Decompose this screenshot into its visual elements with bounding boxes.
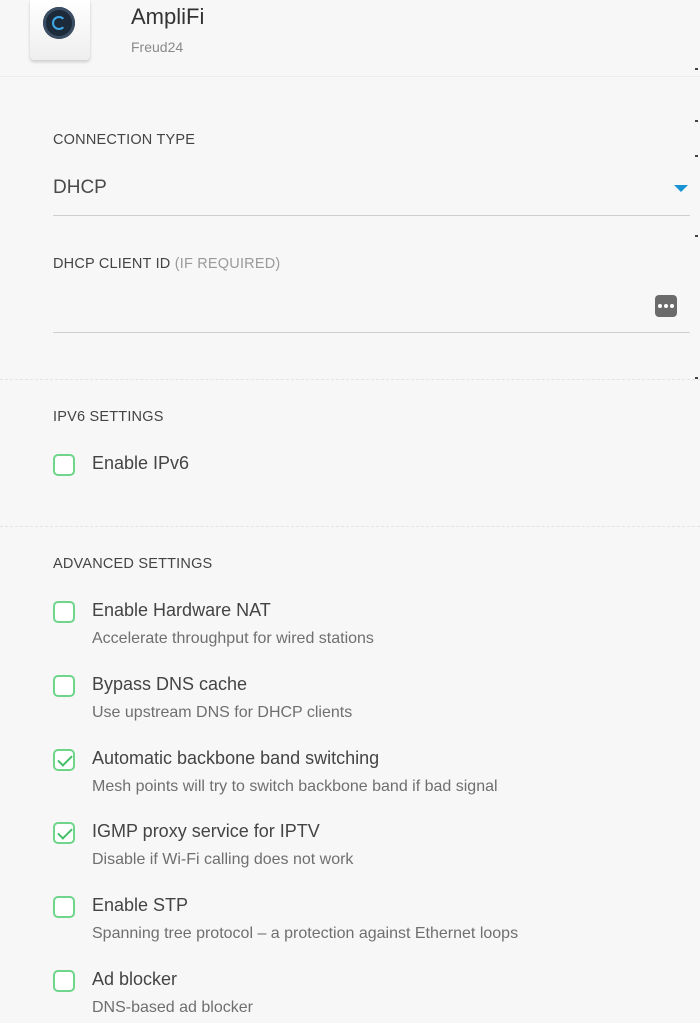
bypass-dns-cache-checkbox[interactable] <box>53 674 75 697</box>
section-divider <box>0 526 700 527</box>
device-network-name: Freud24 <box>131 39 184 55</box>
igmp-proxy-service-for-iptv-checkbox[interactable] <box>53 822 75 845</box>
ad-blocker-description: DNS-based ad blocker <box>92 999 253 1016</box>
dhcp-client-id-label: DHCP CLIENT ID (IF REQUIRED) <box>53 256 280 272</box>
edge-mark <box>695 155 698 157</box>
dhcp-client-id-label-text: DHCP CLIENT ID <box>53 256 171 272</box>
enable-hardware-nat-label[interactable]: Enable Hardware NAT <box>92 600 271 621</box>
advanced-settings-label: ADVANCED SETTINGS <box>53 556 213 572</box>
enable-stp-description: Spanning tree protocol – a protection ag… <box>92 925 519 943</box>
section-divider <box>0 379 700 380</box>
igmp-proxy-service-for-iptv-description: Disable if Wi-Fi calling does not work <box>92 851 354 869</box>
dhcp-client-id-field[interactable] <box>53 290 690 333</box>
connection-type-select[interactable]: DHCP <box>53 168 690 216</box>
edge-mark <box>695 68 698 70</box>
automatic-backbone-band-switching-checkbox[interactable] <box>53 748 75 771</box>
enable-ipv6-label[interactable]: Enable IPv6 <box>92 453 189 474</box>
enable-hardware-nat-checkbox[interactable] <box>53 601 75 623</box>
ad-blocker-checkbox[interactable] <box>53 970 75 992</box>
edge-mark <box>695 120 698 122</box>
ad-blocker-label[interactable]: Ad blocker <box>92 969 177 990</box>
enable-ipv6-checkbox[interactable] <box>53 454 75 476</box>
connection-type-value: DHCP <box>53 177 107 198</box>
bypass-dns-cache-label[interactable]: Bypass DNS cache <box>92 674 247 695</box>
dhcp-client-id-input[interactable] <box>53 294 647 326</box>
device-name: AmpliFi <box>131 4 205 29</box>
router-icon <box>30 0 90 60</box>
chevron-down-icon[interactable] <box>674 185 688 192</box>
device-header: AmpliFi Freud24 <box>0 0 700 77</box>
enable-hardware-nat-description: Accelerate throughput for wired stations <box>92 630 374 647</box>
dhcp-client-id-hint: (IF REQUIRED) <box>174 256 281 272</box>
igmp-proxy-service-for-iptv-label[interactable]: IGMP proxy service for IPTV <box>92 821 320 842</box>
enable-stp-checkbox[interactable] <box>53 896 75 919</box>
enable-stp-label[interactable]: Enable STP <box>92 895 188 916</box>
ipv6-settings-label: IPV6 SETTINGS <box>53 409 164 425</box>
automatic-backbone-band-switching-description: Mesh points will try to switch backbone … <box>92 777 498 795</box>
automatic-backbone-band-switching-label[interactable]: Automatic backbone band switching <box>92 748 379 769</box>
bypass-dns-cache-description: Use upstream DNS for DHCP clients <box>92 703 353 721</box>
edge-mark <box>695 235 698 237</box>
connection-type-label: CONNECTION TYPE <box>53 132 196 148</box>
more-dots-icon[interactable] <box>655 295 677 317</box>
